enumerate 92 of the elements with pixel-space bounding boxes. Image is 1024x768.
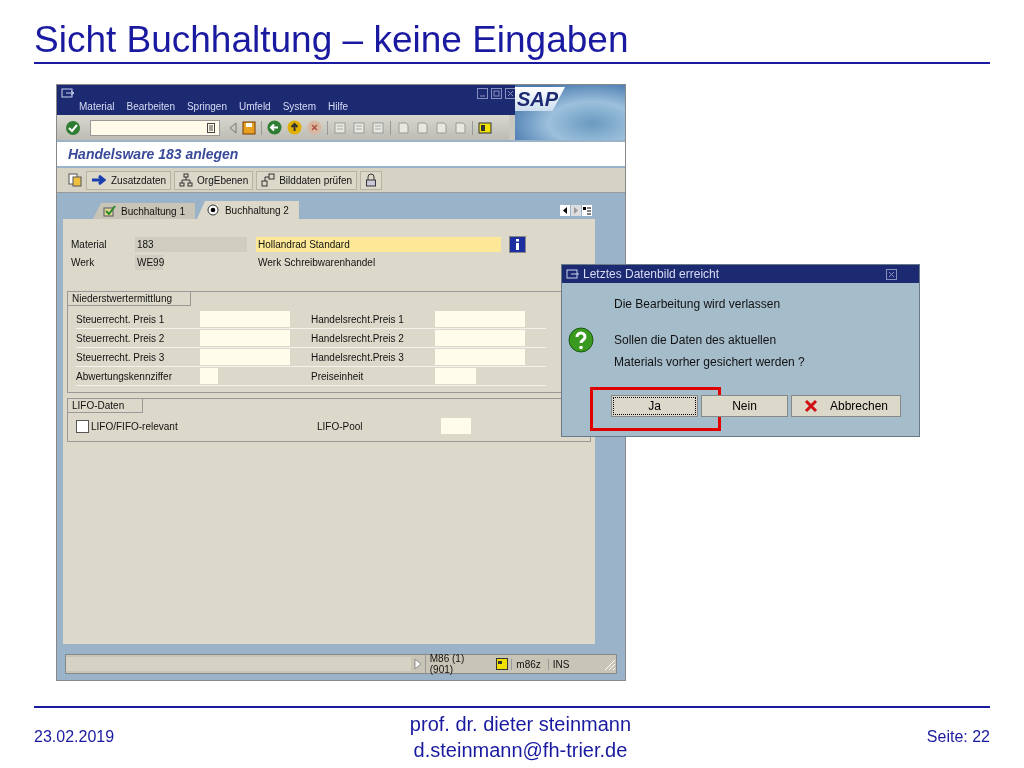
tab-list-icon[interactable] <box>582 205 592 216</box>
field-label: Handelsrecht.Preis 2 <box>311 332 405 344</box>
page-icon[interactable] <box>352 120 366 135</box>
layout-icon[interactable] <box>478 120 492 135</box>
input-field[interactable] <box>435 330 525 346</box>
window-menu-icon[interactable] <box>61 88 75 98</box>
triangle-right-icon[interactable] <box>413 658 422 670</box>
history-icon[interactable] <box>207 122 215 133</box>
arrow-right-icon <box>91 174 107 186</box>
hierarchy-icon <box>179 173 194 187</box>
field-label: Handelsrecht.Preis 3 <box>311 351 405 363</box>
dialog-title: Letztes Datenbild erreicht <box>583 267 720 281</box>
checkbox-label: LIFO/FIFO-relevant <box>91 420 178 432</box>
field-label: Abwertungskennziffer <box>76 370 173 382</box>
tab[interactable]: Buchhaltung 1 <box>93 203 195 219</box>
input-field[interactable] <box>441 418 471 434</box>
toolbar-button[interactable]: OrgEbenen <box>174 170 254 190</box>
resize-grip-icon[interactable] <box>602 657 616 671</box>
check-fields-icon <box>261 173 276 187</box>
status-text: m86z <box>511 658 545 670</box>
toolbar-button[interactable]: Bilddaten prüfen <box>256 170 358 190</box>
window-menu-icon[interactable] <box>566 269 580 279</box>
toolbar-button[interactable]: Zusatzdaten <box>86 170 172 190</box>
page-icon[interactable] <box>434 120 448 135</box>
scroll-left-icon[interactable] <box>560 205 570 216</box>
field-label: LIFO-Pool <box>316 420 364 432</box>
field-label: Steuerrecht. Preis 1 <box>76 313 166 325</box>
save-icon[interactable] <box>242 120 256 135</box>
description-text: Werk Schreibwarenhandel <box>257 255 377 270</box>
menu-item[interactable]: Umfeld <box>239 101 271 112</box>
field-label: Werk <box>71 256 96 268</box>
dialog-button[interactable]: Ja <box>611 395 698 417</box>
minimize-icon[interactable] <box>477 88 488 99</box>
menu-item[interactable]: Bearbeiten <box>126 101 175 112</box>
cancel-icon <box>803 399 818 413</box>
input-field[interactable] <box>200 311 290 327</box>
page-icon[interactable] <box>453 120 467 135</box>
menu-item[interactable]: Hilfe <box>328 101 349 112</box>
radio-icon <box>206 204 221 216</box>
menu-item[interactable]: Material <box>79 101 115 112</box>
page-icon[interactable] <box>333 120 347 135</box>
author-name: prof. dr. dieter steinmann <box>409 712 632 737</box>
other-material-icon[interactable] <box>67 172 83 188</box>
exit-icon[interactable] <box>287 120 302 135</box>
checkmark-icon <box>103 205 117 217</box>
screen-title: Handelsware 183 anlegen <box>57 142 625 166</box>
field-label: Steuerrecht. Preis 2 <box>76 332 166 344</box>
dialog-message: Die Bearbeitung wird verlassen <box>613 297 782 311</box>
input-field[interactable] <box>435 368 476 384</box>
page-number: Seite: 22 <box>926 728 990 746</box>
dialog-message: Materials vorher gesichert werden ? <box>614 355 805 369</box>
group-title: LIFO-Daten <box>68 399 144 413</box>
slide-title: Sicht Buchhaltung – keine Eingaben <box>34 18 990 64</box>
checkbox[interactable] <box>76 419 89 433</box>
field-label: Steuerrecht. Preis 3 <box>76 351 166 363</box>
status-text: M86 (1) (901) <box>424 653 494 675</box>
input-field[interactable] <box>200 349 290 365</box>
dialog-button[interactable]: Nein <box>701 395 788 417</box>
field-label: Material <box>71 238 108 250</box>
input-field[interactable] <box>200 368 218 384</box>
lock-icon <box>365 173 378 187</box>
command-field[interactable] <box>90 119 220 136</box>
layout-icon[interactable] <box>496 658 509 670</box>
group-title: Niederstwertermittlung <box>68 292 192 306</box>
lock-button[interactable] <box>360 170 383 190</box>
dialog-button[interactable]: Abbrechen <box>791 395 901 417</box>
field-label: Handelsrecht.Preis 1 <box>311 313 405 325</box>
value-field: 183 <box>135 236 247 252</box>
dialog-message: Sollen die Daten des aktuellen <box>614 333 778 347</box>
info-icon[interactable] <box>509 235 526 253</box>
enter-icon[interactable] <box>65 119 81 136</box>
author-email: d.steinmann@fh-trier.de <box>413 738 628 763</box>
page-icon[interactable] <box>396 120 410 135</box>
value-field: WE99 <box>135 254 163 270</box>
page-icon[interactable] <box>371 120 385 135</box>
page-icon[interactable] <box>415 120 429 135</box>
status-text: INS <box>547 658 574 670</box>
input-field[interactable] <box>435 349 525 365</box>
menu-item[interactable]: System <box>282 101 316 112</box>
description-field: Hollandrad Standard <box>256 236 501 252</box>
question-icon <box>568 327 594 353</box>
maximize-icon[interactable] <box>491 88 502 99</box>
field-label: Preiseinheit <box>311 370 365 382</box>
sap-logo: SAP <box>515 85 625 140</box>
input-field[interactable] <box>435 311 525 327</box>
menu-item[interactable]: Springen <box>186 101 227 112</box>
tab[interactable]: Buchhaltung 2 <box>196 201 299 219</box>
slide-date: 23.02.2019 <box>34 728 115 746</box>
back-icon[interactable] <box>267 120 282 135</box>
input-field[interactable] <box>200 330 290 346</box>
triangle-left-icon[interactable] <box>229 121 237 134</box>
cancel-icon[interactable] <box>307 120 322 135</box>
